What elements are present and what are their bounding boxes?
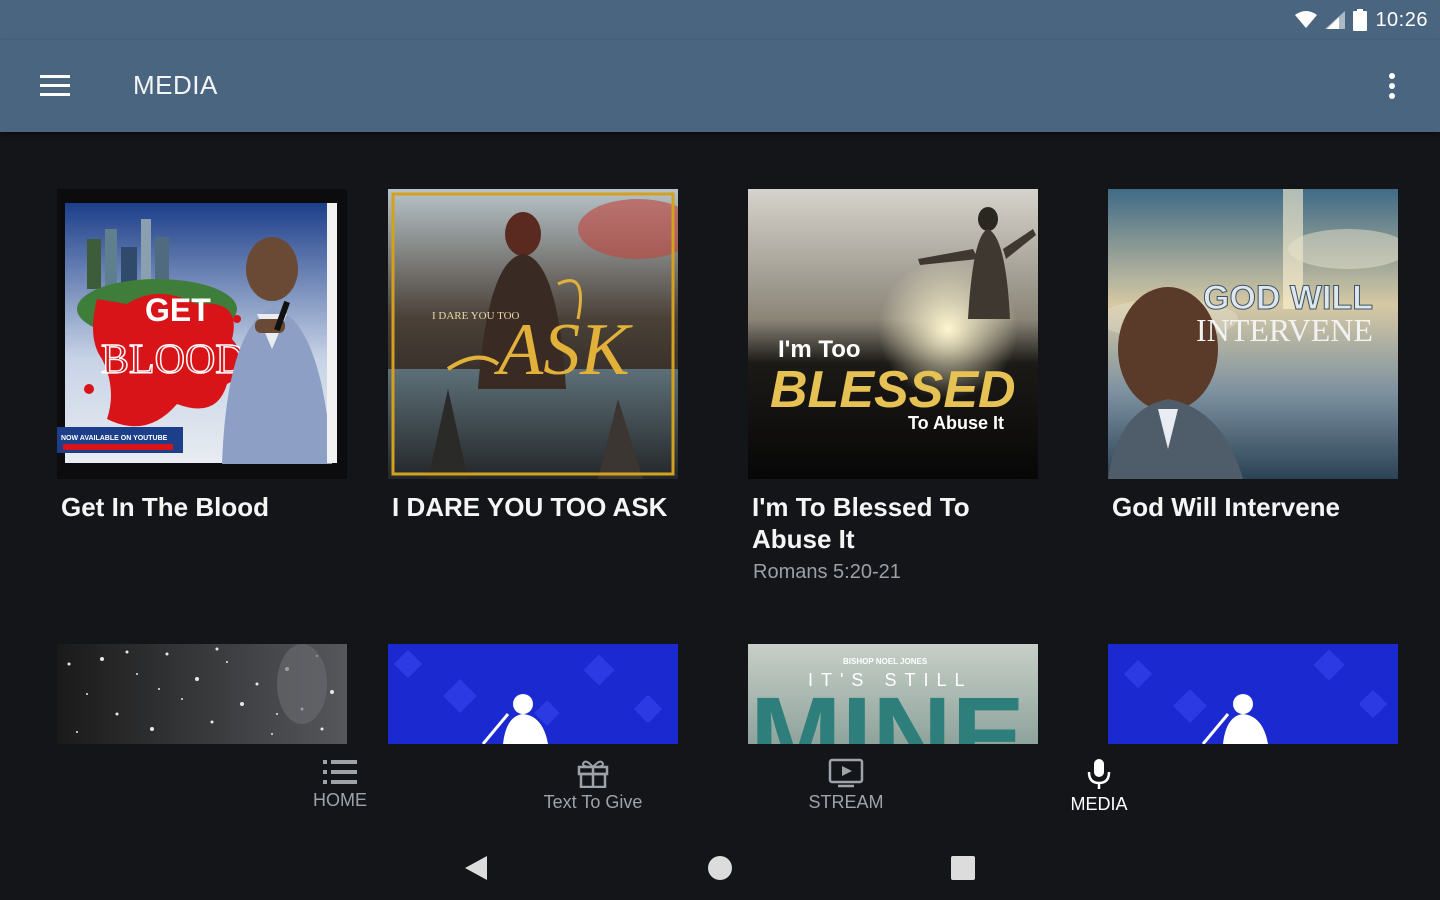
page-title: MEDIA bbox=[133, 70, 218, 100]
art-text-blood: BLOOD bbox=[101, 337, 246, 383]
tv-play-icon bbox=[828, 758, 864, 788]
wifi-icon bbox=[1295, 11, 1318, 28]
system-navigation-bar bbox=[0, 830, 1440, 900]
media-thumbnail-row2-2[interactable] bbox=[388, 644, 678, 744]
recents-square-icon bbox=[951, 856, 975, 880]
more-vertical-icon bbox=[1389, 73, 1395, 99]
status-time: 10:26 bbox=[1375, 8, 1428, 31]
i-dare-you-too-ask-artwork: I DARE YOU TOO ASK bbox=[388, 189, 678, 479]
media-thumbnail-row2-1[interactable] bbox=[57, 644, 347, 744]
back-triangle-icon bbox=[465, 856, 487, 880]
art-text-im-too: I'm Too bbox=[778, 336, 861, 363]
nav-label: HOME bbox=[313, 790, 367, 810]
media-thumbnail: I'm Too BLESSED To Abuse It bbox=[748, 189, 1038, 479]
art-text-to-abuse-it: To Abuse It bbox=[908, 413, 1004, 433]
im-too-blessed-artwork: I'm Too BLESSED To Abuse It bbox=[748, 189, 1038, 479]
god-will-intervene-artwork: GOD WILL INTERVENE bbox=[1108, 189, 1398, 479]
media-title: God Will Intervene bbox=[1112, 492, 1341, 522]
microphone-icon bbox=[1087, 759, 1111, 789]
art-text-intervene: INTERVENE bbox=[1196, 312, 1373, 348]
nav-label: Text To Give bbox=[543, 792, 643, 812]
hamburger-menu-icon bbox=[40, 75, 70, 96]
media-thumbnail: I DARE YOU TOO ASK bbox=[388, 189, 678, 479]
art-text-mine: MINE bbox=[750, 675, 1025, 744]
nav-media[interactable]: MEDIA bbox=[999, 744, 1199, 830]
media-title: Get In The Blood bbox=[61, 492, 269, 522]
home-circle-icon bbox=[708, 856, 732, 880]
status-bar: 10:26 bbox=[0, 0, 1440, 40]
battery-icon bbox=[1353, 9, 1368, 31]
status-icons: 10:26 bbox=[1295, 6, 1428, 34]
blue-singer-artwork bbox=[1108, 644, 1398, 744]
home-button[interactable] bbox=[700, 848, 740, 888]
menu-button[interactable] bbox=[24, 62, 84, 110]
media-thumbnail-row2-4[interactable] bbox=[1108, 644, 1398, 744]
media-title: I DARE YOU TOO ASK bbox=[392, 492, 668, 522]
nav-stream[interactable]: STREAM bbox=[746, 744, 946, 830]
sparkle-artwork bbox=[57, 644, 347, 744]
back-button[interactable] bbox=[456, 848, 496, 888]
blue-singer-artwork bbox=[388, 644, 678, 744]
media-thumbnail-row2-3[interactable]: BISHOP NOEL JONES IT'S STILL MINE bbox=[748, 644, 1038, 744]
nav-label: MEDIA bbox=[1070, 794, 1128, 814]
media-thumbnail: GOD WILL INTERVENE bbox=[1108, 189, 1398, 479]
art-text-blessed: BLESSED bbox=[770, 361, 1016, 419]
media-grid: GET BLOOD NOW AVAILABLE ON YOUTUBE Get I… bbox=[0, 132, 1440, 744]
nav-home[interactable]: HOME bbox=[240, 744, 440, 830]
app-bar: MEDIA bbox=[0, 40, 1440, 132]
its-still-mine-artwork: BISHOP NOEL JONES IT'S STILL MINE bbox=[748, 644, 1038, 744]
media-subtitle: Romans 5:20-21 bbox=[753, 561, 901, 583]
nav-label: STREAM bbox=[808, 792, 884, 812]
art-text-youtube: NOW AVAILABLE ON YOUTUBE bbox=[61, 435, 168, 442]
signal-icon bbox=[1325, 11, 1346, 29]
art-text-bishop: BISHOP NOEL JONES bbox=[843, 657, 928, 666]
media-thumbnail: GET BLOOD NOW AVAILABLE ON YOUTUBE bbox=[57, 189, 347, 479]
art-text-ask: ASK bbox=[493, 309, 633, 391]
get-in-the-blood-artwork: GET BLOOD NOW AVAILABLE ON YOUTUBE bbox=[57, 203, 337, 464]
media-title: I'm To Blessed To Abuse It bbox=[752, 492, 970, 554]
nav-text-to-give[interactable]: Text To Give bbox=[493, 744, 693, 830]
bottom-navigation: HOME Text To Give STREAM MEDIA bbox=[0, 744, 1440, 830]
gift-icon bbox=[577, 760, 609, 788]
list-icon bbox=[323, 760, 357, 784]
art-text-get: GET bbox=[145, 292, 211, 328]
recents-button[interactable] bbox=[943, 848, 983, 888]
overflow-menu-button[interactable] bbox=[1372, 66, 1412, 106]
